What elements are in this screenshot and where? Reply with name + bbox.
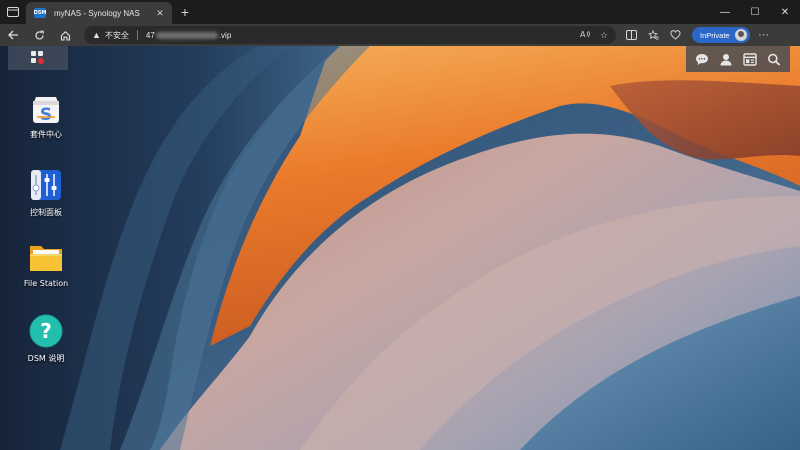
favorites-icon[interactable] [642,24,664,46]
browser-tab[interactable]: DSM myNAS - Synology NAS ✕ [26,2,172,24]
warning-icon[interactable]: ▲ [92,30,101,40]
desktop-shortcut-file-station[interactable]: File Station [18,238,74,288]
desktop-shortcut-label: 套件中心 [30,130,62,139]
back-icon[interactable] [0,24,26,46]
home-icon[interactable] [52,24,78,46]
security-label[interactable]: 不安全 [105,30,129,41]
tab-close-icon[interactable]: ✕ [154,8,166,19]
desktop-shortcut-package-center[interactable]: S 套件中心 [18,88,74,140]
split-screen-icon[interactable] [620,24,642,46]
dsm-desktop: S 套件中心 控制面板 File Station ? DSM 说明 [0,46,800,450]
address-bar[interactable]: ▲ 不安全 47 .vip A ☆ [84,26,616,44]
chat-icon[interactable] [690,47,714,71]
user-icon[interactable] [714,47,738,71]
read-aloud-icon[interactable]: A [580,29,590,41]
desktop-shortcut-label: File Station [23,279,69,288]
tab-title: myNAS - Synology NAS [54,8,140,18]
favorite-star-icon[interactable]: ☆ [600,30,608,41]
main-menu-icon [31,51,45,65]
url-suffix: .vip [218,30,232,40]
inprivate-badge[interactable]: InPrivate [692,27,750,43]
refresh-icon[interactable] [26,24,52,46]
taskbar-right [686,46,790,72]
inprivate-label: InPrivate [700,30,730,40]
desktop-shortcut-label: 控制面板 [30,208,62,217]
widgets-icon[interactable] [738,47,762,71]
dsm-favicon-icon: DSM [33,8,47,18]
minimize-icon[interactable]: — [710,0,740,24]
browser-essentials-icon[interactable] [664,24,686,46]
package-center-icon: S [33,97,59,125]
desktop-shortcut-dsm-help[interactable]: ? DSM 说明 [18,312,74,364]
close-window-icon[interactable]: ✕ [770,0,800,24]
url-redacted [155,31,218,39]
control-panel-icon [31,170,61,200]
new-tab-icon[interactable]: + [174,1,196,23]
browser-tab-bar: DSM myNAS - Synology NAS ✕ + — ☐ ✕ [0,0,800,24]
maximize-icon[interactable]: ☐ [740,0,770,24]
svg-text:A: A [580,30,586,39]
profile-avatar-icon [734,29,747,41]
tab-actions-icon[interactable] [0,0,26,24]
main-menu-button[interactable] [8,46,68,70]
more-menu-icon[interactable]: ··· [754,29,774,41]
dsm-help-icon: ? [29,314,63,348]
wallpaper-image [0,46,800,450]
address-separator [136,30,138,40]
browser-right-tools: InPrivate ··· [620,24,774,46]
svg-text:S: S [40,105,52,125]
svg-text:?: ? [40,319,52,343]
window-controls: — ☐ ✕ [710,0,800,24]
file-station-icon [30,246,62,271]
desktop-shortcut-control-panel[interactable]: 控制面板 [18,166,74,218]
desktop-shortcut-label: DSM 说明 [27,354,65,363]
search-icon[interactable] [762,47,786,71]
browser-toolbar: ▲ 不安全 47 .vip A ☆ InPrivate ··· [0,24,800,46]
url-prefix: 47 [145,30,155,40]
